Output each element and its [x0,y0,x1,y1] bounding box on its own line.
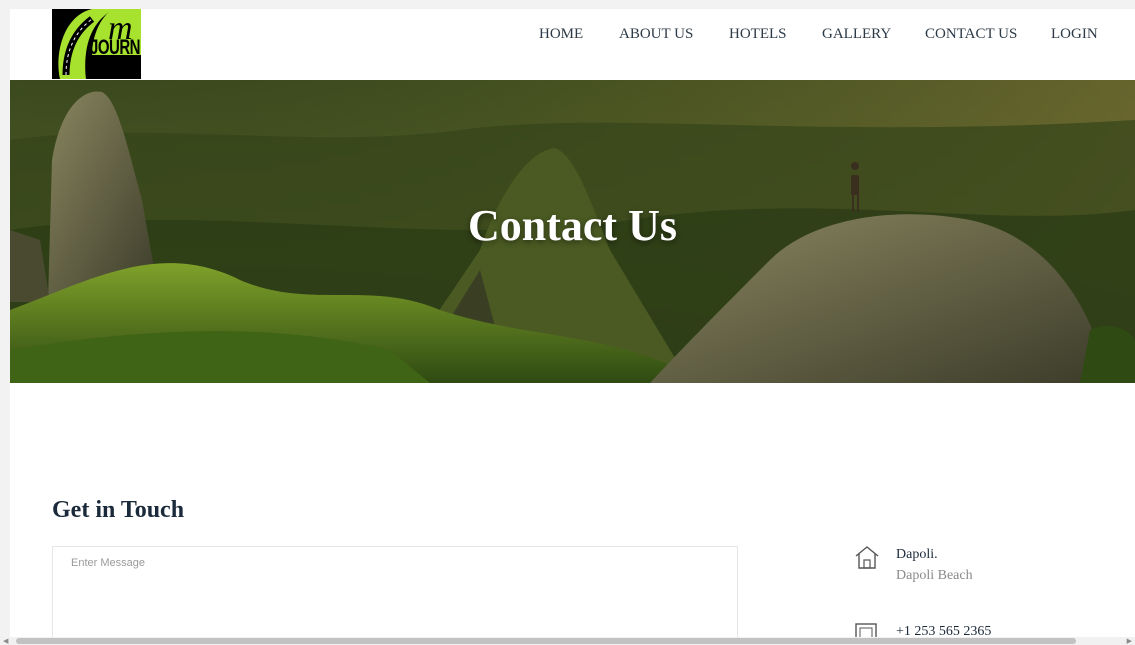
address-subtitle: Dapoli Beach [896,568,973,583]
page: m JOURNEY HOME ABOUT US HOTELS GALLERY C… [10,9,1135,637]
hero-banner: Contact Us [10,80,1135,383]
phone-icon [854,622,878,637]
address-title: Dapoli. [896,547,938,562]
scrollbar-thumb[interactable] [16,638,1076,644]
nav-about-us[interactable]: ABOUT US [619,26,693,43]
scroll-left-icon[interactable]: ◀ [3,637,8,645]
get-in-touch-heading: Get in Touch [52,497,185,523]
horizontal-scrollbar[interactable]: ◀ ▶ [0,637,1135,645]
nav-home[interactable]: HOME [539,26,583,43]
logo-text: JOURNEY [90,35,141,60]
page-title: Contact Us [468,201,677,250]
nav-contact-us[interactable]: CONTACT US [925,26,1017,43]
message-textarea[interactable] [52,546,738,637]
nav-hotels[interactable]: HOTELS [729,26,787,43]
nav-login[interactable]: LOGIN [1051,26,1098,43]
scroll-right-icon[interactable]: ▶ [1127,637,1132,645]
home-icon [854,544,880,575]
phone-number[interactable]: +1 253 565 2365 [896,624,991,637]
nav-gallery[interactable]: GALLERY [822,26,891,43]
site-header: m JOURNEY HOME ABOUT US HOTELS GALLERY C… [10,9,1135,80]
site-logo[interactable]: m JOURNEY [52,9,141,79]
